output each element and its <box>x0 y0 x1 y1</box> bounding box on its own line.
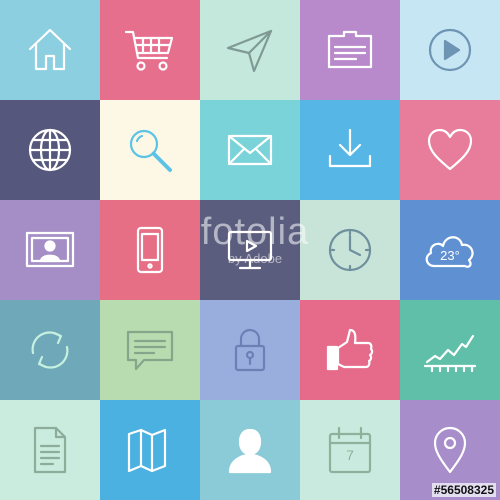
tile-chat-bubble <box>100 300 200 400</box>
tile-map <box>100 400 200 500</box>
tile-shopping-cart <box>100 0 200 100</box>
tile-cloud-weather: 23° <box>400 200 500 300</box>
chat-bubble-icon <box>126 330 174 371</box>
heart-icon <box>427 128 473 171</box>
shopping-cart-icon <box>124 30 174 71</box>
tile-lock <box>200 300 300 400</box>
calendar-icon <box>328 426 372 474</box>
tile-search <box>100 100 200 200</box>
tile-heart <box>400 100 500 200</box>
globe-icon <box>28 128 72 172</box>
tile-document <box>0 400 100 500</box>
icon-grid: 23° 7 <box>0 0 500 500</box>
tile-mail <box>200 100 300 200</box>
tile-paper-plane <box>200 0 300 100</box>
tile-globe <box>0 100 100 200</box>
tile-thumbs-up <box>300 300 400 400</box>
lock-icon <box>234 328 266 372</box>
search-icon <box>129 129 172 172</box>
download-icon <box>328 128 372 168</box>
stock-id-label: #56508325 <box>431 483 496 497</box>
document-icon <box>33 426 67 474</box>
home-icon <box>28 28 72 71</box>
monitor-icon <box>227 230 273 270</box>
play-icon <box>428 28 472 72</box>
tile-smartphone <box>100 200 200 300</box>
clock-icon <box>328 228 372 272</box>
thumbs-up-icon <box>326 328 374 371</box>
refresh-icon <box>31 331 69 369</box>
chart-icon <box>423 334 477 373</box>
tile-home <box>0 0 100 100</box>
cloud-weather-icon <box>425 236 474 268</box>
user-icon <box>228 428 272 474</box>
tile-user-screen <box>0 200 100 300</box>
map-icon <box>127 428 167 473</box>
tile-calendar: 7 <box>300 400 400 500</box>
tile-id-card <box>300 0 400 100</box>
paper-plane-icon <box>226 29 273 73</box>
tile-chart <box>400 300 500 400</box>
tile-download <box>300 100 400 200</box>
tile-clock <box>300 200 400 300</box>
mail-icon <box>227 134 273 166</box>
tile-refresh <box>0 300 100 400</box>
location-pin-icon <box>433 426 467 474</box>
user-screen-icon <box>25 231 75 268</box>
smartphone-icon <box>136 226 164 274</box>
id-card-icon <box>327 30 373 69</box>
tile-monitor <box>200 200 300 300</box>
tile-user <box>200 400 300 500</box>
tile-play <box>400 0 500 100</box>
